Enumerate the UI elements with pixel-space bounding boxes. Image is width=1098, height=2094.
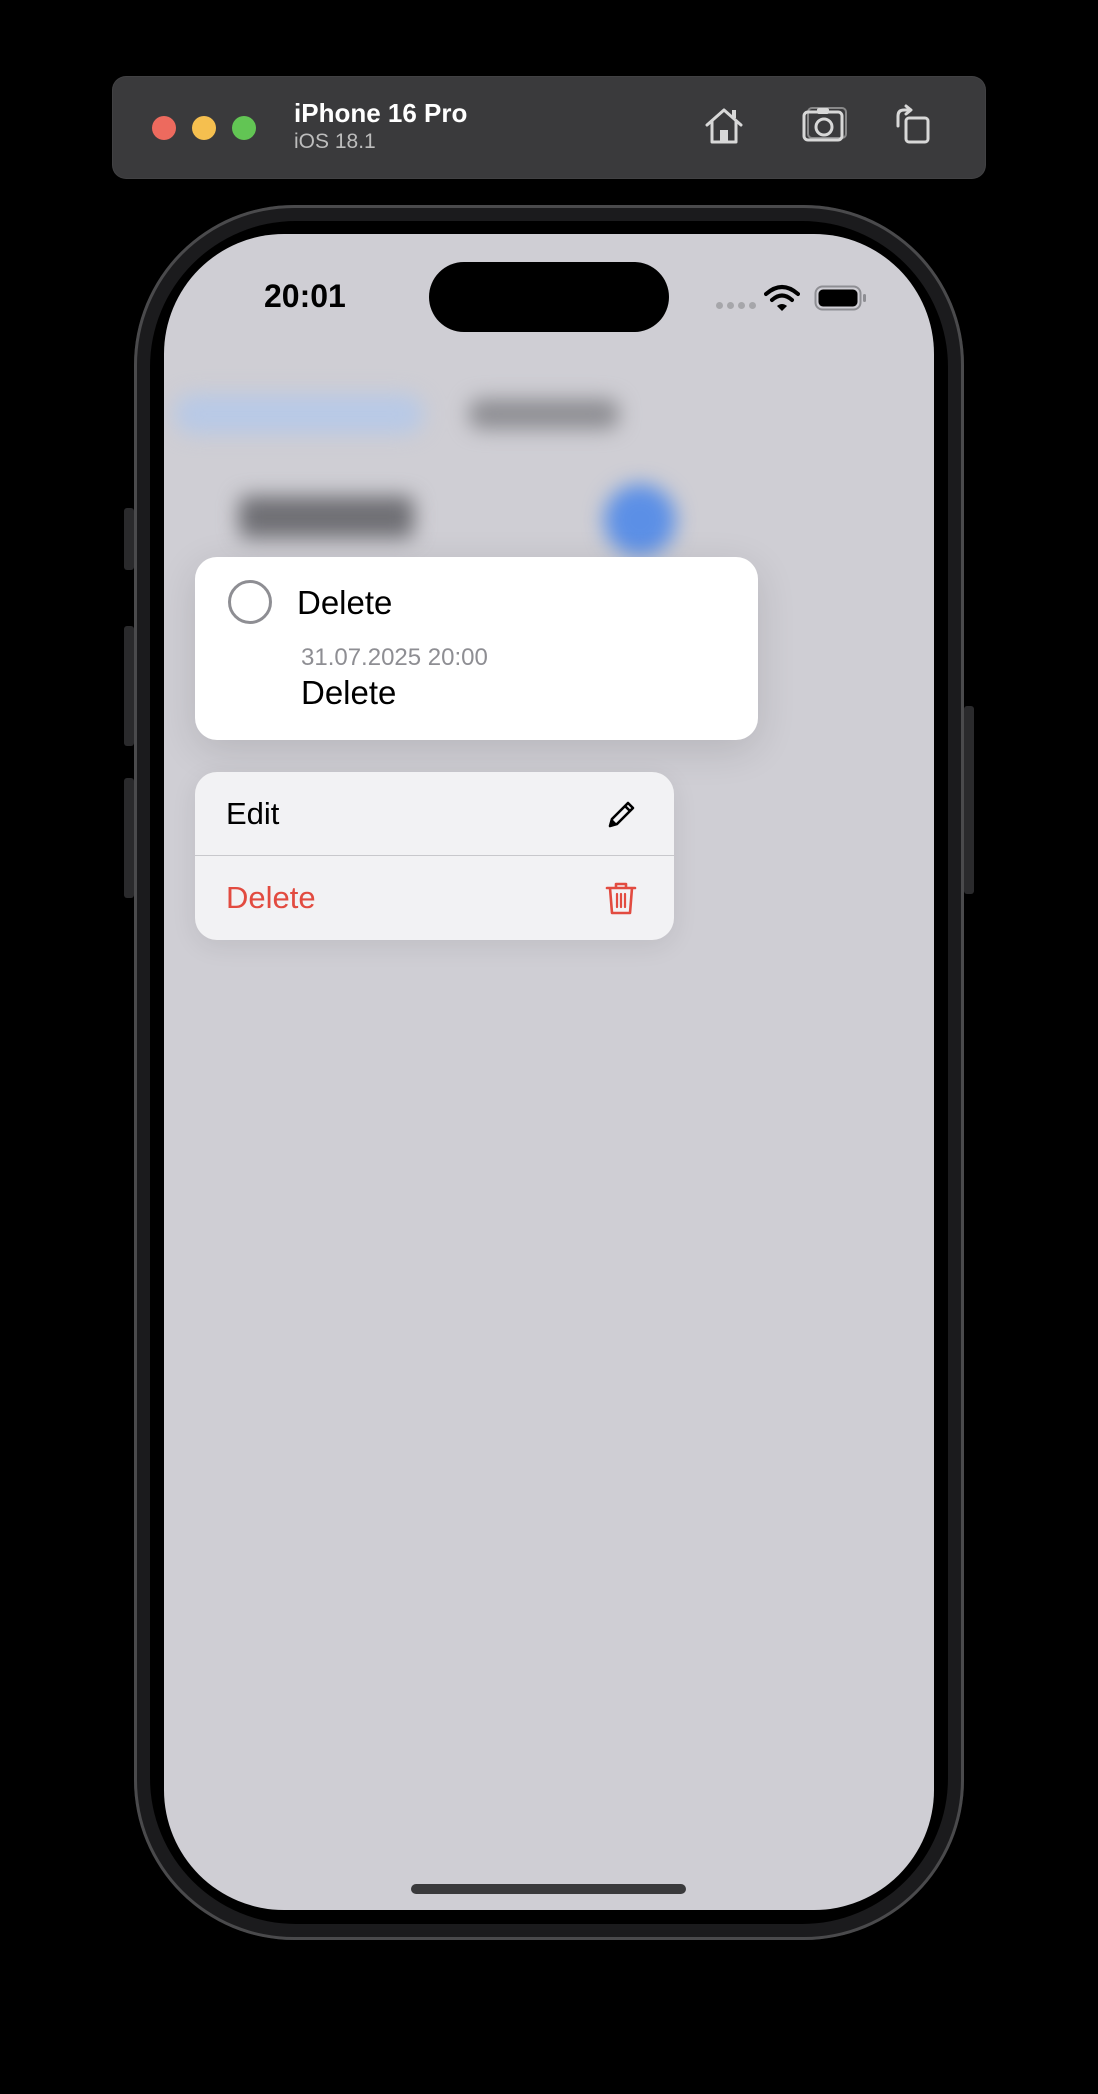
device-screen: 20:01 Delete 31.07.2025 20:00 Delete Edi… (164, 234, 934, 1910)
signal-icon (716, 302, 756, 309)
menu-item-label: Delete (226, 880, 316, 915)
simulator-toolbar: iPhone 16 Pro iOS 18.1 (112, 76, 986, 179)
volume-up-button[interactable] (124, 626, 134, 746)
device-name: iPhone 16 Pro (294, 98, 468, 128)
home-button[interactable] (698, 100, 750, 152)
screenshot-button[interactable] (798, 100, 850, 152)
status-time: 20:01 (264, 278, 346, 314)
blurred-title (239, 496, 414, 538)
blurred-segment (469, 399, 619, 429)
task-note: Delete (301, 674, 397, 711)
task-date: 31.07.2025 20:00 (301, 644, 488, 671)
dynamic-island (429, 262, 669, 332)
rotate-icon (896, 104, 930, 144)
screenshot-icon (802, 107, 847, 142)
close-window-button[interactable] (152, 116, 176, 140)
menu-item-edit[interactable]: Edit (195, 772, 674, 856)
completion-circle-icon (228, 580, 272, 624)
action-button[interactable] (124, 508, 134, 570)
rotate-button[interactable] (888, 100, 940, 152)
zoom-window-button[interactable] (232, 116, 256, 140)
battery-icon (814, 285, 866, 311)
task-title: Delete (297, 584, 393, 621)
pencil-icon (608, 801, 635, 828)
menu-item-delete[interactable]: Delete (195, 856, 674, 940)
blurred-segment-selected (174, 394, 424, 434)
home-icon (705, 108, 743, 144)
blurred-add-button (604, 484, 676, 556)
blurred-background (164, 234, 934, 1910)
side-power-button[interactable] (964, 706, 974, 894)
context-menu: Edit Delete (195, 772, 674, 940)
volume-down-button[interactable] (124, 778, 134, 898)
trash-icon (605, 882, 637, 915)
wifi-icon (764, 285, 800, 311)
home-indicator[interactable] (411, 1884, 686, 1894)
os-version: iOS 18.1 (294, 130, 376, 153)
task-preview-card: Delete 31.07.2025 20:00 Delete (195, 557, 758, 740)
minimize-window-button[interactable] (192, 116, 216, 140)
menu-item-label: Edit (226, 796, 280, 831)
